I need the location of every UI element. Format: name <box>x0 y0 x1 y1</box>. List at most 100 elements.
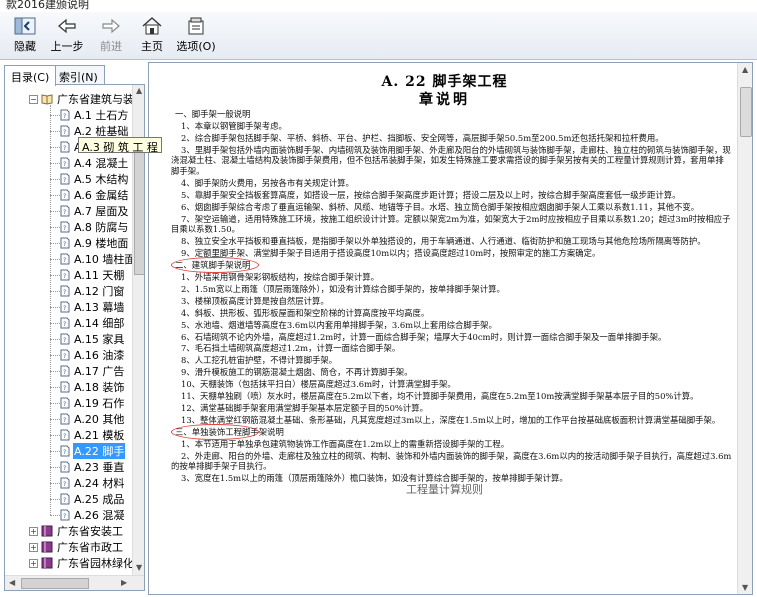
tree-item-label: A.1 土石方 <box>74 109 129 122</box>
red-annotation-circle <box>171 257 259 274</box>
options-button[interactable]: 选项(O) <box>176 16 216 58</box>
tree-item[interactable]: ? A.9 楼地面 <box>60 235 129 251</box>
expand-icon[interactable]: + <box>29 558 38 568</box>
tree-vertical-scrollbar[interactable]: ▲ ▼ <box>132 85 144 575</box>
tree-item[interactable]: ? A.7 屋面及 <box>60 203 129 219</box>
forward-button[interactable]: 前进 <box>96 16 126 58</box>
help-page-icon: ? <box>60 429 70 441</box>
svg-text:?: ? <box>63 177 66 184</box>
help-page-icon: ? <box>60 445 70 457</box>
expand-icon[interactable]: + <box>29 542 38 552</box>
tree-item[interactable]: ? A.18 装饰 <box>60 379 125 395</box>
tree-item[interactable]: ? A.19 石作 <box>60 395 125 411</box>
tree-item[interactable]: ? A.14 细部 <box>60 315 125 331</box>
section-heading: 工程量计算规则 <box>406 483 483 496</box>
tree-item-label: A.13 幕墙 <box>74 301 125 314</box>
help-page-icon: ? <box>60 173 70 185</box>
tree-item[interactable]: ? A.26 混凝 <box>60 507 125 523</box>
scroll-left-icon[interactable]: ◀ <box>9 578 15 587</box>
paragraph: 7、毛石挡土墙砌筑高度超过1.2m，计算一面综合脚手架。 <box>181 343 401 354</box>
tab-contents[interactable]: 目录(C) <box>4 65 57 86</box>
help-page-icon: ? <box>60 301 70 313</box>
page-subtitle: 章说明 <box>419 92 470 108</box>
tree-item[interactable]: ? A.20 其他 <box>60 411 125 427</box>
tree-branch-line <box>50 179 60 180</box>
tree-item-label: A.25 成品 <box>74 493 125 506</box>
tree-item[interactable]: ? A.22 脚手 <box>60 443 126 459</box>
red-annotation-circle <box>171 423 259 440</box>
tree-item-label: A.22 脚手 <box>73 443 126 459</box>
paragraph: 6、石墙砌筑不论内外墙，高度超过1.2m时，计算一面综合脚手架；墙厚大于40cm… <box>181 331 667 342</box>
paragraph: 3、里脚手架包括外墙内面装饰脚手架、内墙砌筑及装饰用脚手架、外走廊及阳台的外墙砌… <box>171 144 731 177</box>
tree-item[interactable]: ? A.24 材料 <box>60 475 125 491</box>
help-page-icon: ? <box>60 477 70 489</box>
tree-item[interactable]: ? A.12 门窗 <box>60 283 125 299</box>
book-icon <box>41 525 53 537</box>
tree-item[interactable]: ? A.16 油漆 <box>60 347 125 363</box>
tree-root-node[interactable]: − 广东省建筑与装 <box>29 91 132 107</box>
back-button[interactable]: 上一步 <box>50 16 84 58</box>
svg-text:?: ? <box>63 145 66 152</box>
tree-item[interactable]: ? A.11 天棚 <box>60 267 125 283</box>
tree-item[interactable]: ? A.21 模板 <box>60 427 125 443</box>
tree-item[interactable]: ? A.4 混凝土 <box>60 155 129 171</box>
tree-book-node[interactable]: + 广东省市政工 <box>29 539 124 555</box>
help-page-icon: ? <box>60 397 70 409</box>
tree-book-label: 广东省园林绿化 <box>57 557 132 570</box>
tree-branch-line <box>50 291 60 292</box>
tree-item-label: A.6 金属结 <box>74 189 129 202</box>
topic-scroll-thumb[interactable] <box>740 87 752 137</box>
topic-vertical-scrollbar[interactable]: ▲ ▼ <box>737 63 752 594</box>
scroll-down-icon[interactable]: ▼ <box>136 563 142 572</box>
back-label: 上一步 <box>50 40 84 53</box>
tree-item[interactable]: ? A.25 成品 <box>60 491 125 507</box>
tree-item[interactable]: ? A.5 木结构 <box>60 171 129 187</box>
hide-label: 隐藏 <box>14 40 36 53</box>
expand-icon[interactable]: + <box>29 526 38 536</box>
help-page-icon: ? <box>60 109 70 121</box>
hide-button[interactable]: 隐藏 <box>12 16 38 58</box>
tree-item-label: A.26 混凝 <box>74 509 125 522</box>
tree-scroll-thumb[interactable] <box>134 145 144 275</box>
svg-text:?: ? <box>63 129 66 136</box>
topic-scroll-down-icon[interactable]: ▼ <box>742 583 748 592</box>
contents-tree: −广东省建筑与装?A.1 土石方?A.2 桩基础?A.3 砌 筑?A.4 混凝土… <box>5 85 132 575</box>
paragraph: 11、天棚单独刷（喷）灰水时，楼层高度在5.2m以下者，均不计算脚手架费用，高度… <box>181 391 699 401</box>
tree-item-label: A.8 防腐与 <box>74 221 129 234</box>
tree-item[interactable]: ? A.23 垂直 <box>60 459 125 475</box>
help-page-icon: ? <box>60 253 70 265</box>
paragraph: 6、烟囱脚手架综合考虑了垂直运输架、斜桥、风缆、地锚等子目。水塔、独立筒仓脚手架… <box>181 201 700 212</box>
tree-item[interactable]: ? A.15 家具 <box>60 331 125 347</box>
tree-item-label: A.11 天棚 <box>74 269 125 282</box>
topic-scroll-up-icon[interactable]: ▲ <box>742 65 748 74</box>
tree-branch-line <box>50 211 60 212</box>
svg-text:?: ? <box>63 161 66 168</box>
tree-item[interactable]: ? A.6 金属结 <box>60 187 129 203</box>
svg-text:?: ? <box>63 337 66 344</box>
svg-text:?: ? <box>63 433 66 440</box>
tree-item[interactable]: ? A.10 墙柱面 <box>60 251 132 267</box>
tree-item[interactable]: ? A.8 防腐与 <box>60 219 129 235</box>
tree-book-node[interactable]: + 广东省园林绿化 <box>29 555 132 571</box>
scroll-right-icon[interactable]: ▶ <box>121 578 127 587</box>
tree-item[interactable]: ? A.13 幕墙 <box>60 299 125 315</box>
help-page-icon: ? <box>60 141 70 153</box>
tree-item[interactable]: ? A.1 土石方 <box>60 107 129 123</box>
tree-book-node[interactable]: + 广东省安装工 <box>29 523 124 539</box>
home-button[interactable]: 主页 <box>138 16 166 58</box>
scroll-up-icon[interactable]: ▲ <box>136 86 142 95</box>
help-page-icon: ? <box>60 157 70 169</box>
tree-hscroll-thumb[interactable] <box>21 578 89 589</box>
tree-horizontal-scrollbar[interactable]: ◀ ▶ <box>5 575 144 590</box>
tree-branch-line <box>50 451 60 452</box>
tree-item-label: A.4 混凝土 <box>74 157 129 170</box>
forward-label: 前进 <box>100 40 122 53</box>
toolbar: 隐藏 上一步 前进 主页 选项(O) <box>0 12 757 60</box>
tree-branch-line <box>50 131 60 132</box>
tree-book-label: 广东省安装工 <box>57 525 123 538</box>
collapse-icon[interactable]: − <box>29 94 38 104</box>
tree-branch-line <box>50 243 60 244</box>
tree-item[interactable]: ? A.17 广告 <box>60 363 125 379</box>
tab-index[interactable]: 索引(N) <box>52 65 105 85</box>
svg-text:?: ? <box>63 513 66 520</box>
